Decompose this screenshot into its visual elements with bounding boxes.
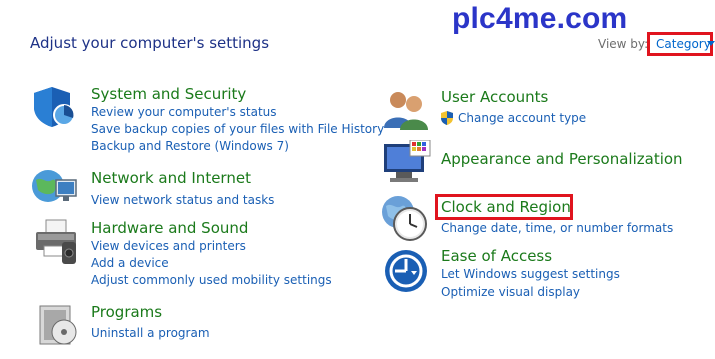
category-clock-region[interactable]: Clock and Region: [441, 198, 571, 216]
page-title: Adjust your computer's settings: [30, 34, 270, 52]
category-network-internet[interactable]: Network and Internet: [91, 169, 251, 187]
link-network-status[interactable]: View network status and tasks: [91, 193, 274, 207]
link-review-status[interactable]: Review your computer's status: [91, 105, 277, 119]
users-icon[interactable]: [382, 88, 432, 130]
category-system-security[interactable]: System and Security: [91, 85, 246, 103]
link-file-history[interactable]: Save backup copies of your files with Fi…: [91, 122, 384, 136]
category-ease-of-access[interactable]: Ease of Access: [441, 247, 552, 265]
link-uninstall-program[interactable]: Uninstall a program: [91, 326, 210, 340]
link-backup-restore[interactable]: Backup and Restore (Windows 7): [91, 139, 289, 153]
category-hardware-sound[interactable]: Hardware and Sound: [91, 219, 248, 237]
category-user-accounts[interactable]: User Accounts: [441, 88, 548, 106]
link-change-account-type[interactable]: Change account type: [458, 111, 586, 125]
programs-disc-icon[interactable]: [38, 302, 78, 346]
link-mobility-settings[interactable]: Adjust commonly used mobility settings: [91, 273, 332, 287]
view-by-label: View by:: [598, 37, 649, 51]
shield-icon[interactable]: [32, 85, 78, 129]
link-devices-printers[interactable]: View devices and printers: [91, 239, 246, 253]
ease-of-access-icon[interactable]: [383, 248, 429, 294]
category-programs[interactable]: Programs: [91, 303, 162, 321]
link-add-device[interactable]: Add a device: [91, 256, 169, 270]
uac-shield-icon: [441, 111, 453, 125]
view-by-dropdown[interactable]: Category: [656, 37, 711, 51]
chevron-down-icon[interactable]: [707, 41, 715, 46]
link-windows-suggest-settings[interactable]: Let Windows suggest settings: [441, 267, 620, 281]
clock-globe-icon[interactable]: [380, 194, 432, 242]
printer-icon[interactable]: [32, 218, 80, 266]
globe-network-icon[interactable]: [30, 166, 80, 208]
category-appearance-personalization[interactable]: Appearance and Personalization: [441, 150, 683, 168]
link-optimize-visual-display[interactable]: Optimize visual display: [441, 285, 580, 299]
link-change-date-time-formats[interactable]: Change date, time, or number formats: [441, 221, 673, 235]
watermark-text: plc4me.com: [452, 2, 628, 35]
monitor-palette-icon[interactable]: [382, 140, 432, 186]
